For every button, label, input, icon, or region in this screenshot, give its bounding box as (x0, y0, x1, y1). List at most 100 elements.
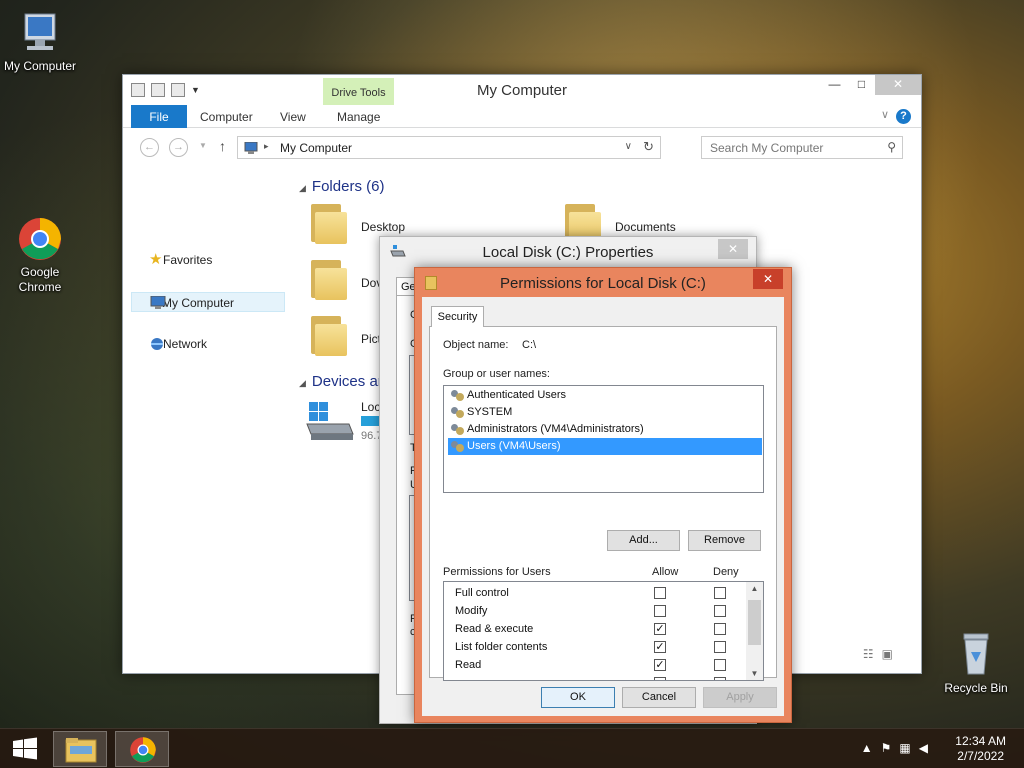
users-group-icon (451, 424, 464, 435)
refresh-icon[interactable]: ↻ (643, 139, 654, 155)
allow-checkbox-checked[interactable]: ✓ (654, 659, 666, 671)
sidebar-item-label: Favorites (163, 253, 213, 267)
tab-manage[interactable]: Manage (337, 105, 380, 128)
allow-checkbox[interactable] (654, 587, 666, 599)
volume-muted-icon[interactable]: ◀ (919, 741, 936, 755)
address-dropdown-icon[interactable]: ∨ (625, 141, 632, 152)
close-button[interactable]: ✕ (753, 269, 783, 289)
recent-locations-icon[interactable]: ▼ (199, 141, 207, 150)
scroll-up-icon[interactable]: ▲ (746, 584, 763, 593)
allow-checkbox[interactable] (654, 677, 666, 680)
user-list-item[interactable]: Administrators (VM4\Administrators) (448, 421, 762, 438)
desktop-icon-recycle-bin[interactable]: Recycle Bin (936, 630, 1016, 696)
allow-checkbox-checked[interactable]: ✓ (654, 641, 666, 653)
user-list[interactable]: Authenticated Users SYSTEM Administrator… (443, 385, 764, 493)
drive-name[interactable]: Loc (361, 400, 380, 414)
deny-checkbox[interactable] (714, 605, 726, 617)
user-list-item[interactable]: SYSTEM (448, 404, 762, 421)
ok-button[interactable]: OK (541, 687, 615, 708)
explorer-titlebar[interactable]: ▼ Drive Tools My Computer — □ ✕ (123, 75, 921, 105)
tab-security[interactable]: Security (431, 306, 484, 327)
file-explorer-icon (65, 738, 97, 763)
allow-checkbox-checked[interactable]: ✓ (654, 623, 666, 635)
sidebar-item-network[interactable]: Network (133, 334, 287, 354)
collapse-icon: ◢ (299, 183, 306, 193)
hard-drive-icon[interactable] (305, 398, 355, 442)
permission-row-partial (444, 674, 746, 680)
chrome-icon (130, 737, 156, 763)
user-list-item-selected[interactable]: Users (VM4\Users) (448, 438, 762, 455)
deny-checkbox[interactable] (714, 659, 726, 671)
network-status-icon[interactable]: ▦ (899, 741, 918, 755)
close-button[interactable]: ✕ (875, 75, 921, 95)
apply-button[interactable]: Apply (703, 687, 777, 708)
sidebar-item-favorites[interactable]: ★ Favorites (133, 250, 287, 270)
permission-list: Full control Modify Read & execute ✓ Lis… (443, 581, 764, 681)
dialog-body: Security Object name: C:\ Group or user … (422, 297, 784, 716)
sidebar-item-label: Network (163, 337, 208, 351)
search-input[interactable]: Search My Computer (710, 141, 823, 155)
tab-view[interactable]: View (280, 105, 306, 128)
permission-row: List folder contents ✓ (444, 638, 746, 656)
tab-file[interactable]: File (131, 105, 187, 128)
clock[interactable]: 12:34 AM 2/7/2022 (955, 734, 1006, 764)
deny-checkbox[interactable] (714, 587, 726, 599)
folder-icon[interactable] (309, 202, 347, 244)
address-text: My Computer (280, 141, 353, 155)
taskbar-chrome[interactable] (115, 731, 169, 767)
folder-name[interactable]: Desktop (361, 220, 405, 234)
tab-computer[interactable]: Computer (200, 105, 253, 128)
view-switcher[interactable]: ☷▣ (863, 647, 901, 661)
permission-row: Full control (444, 584, 746, 602)
forward-button[interactable]: → (169, 138, 188, 157)
minimize-button[interactable]: — (821, 75, 848, 95)
allow-checkbox[interactable] (654, 605, 666, 617)
search-icon[interactable]: ⚲ (887, 140, 896, 154)
deny-checkbox[interactable] (714, 641, 726, 653)
folder-icon[interactable] (309, 258, 347, 300)
permissions-for-label: Permissions for Users (443, 566, 551, 578)
help-icon[interactable]: ? (896, 109, 911, 124)
back-button[interactable]: ← (140, 138, 159, 157)
cancel-button[interactable]: Cancel (622, 687, 696, 708)
scroll-thumb[interactable] (748, 600, 761, 645)
desktop-icon-google-chrome[interactable]: Google Chrome (0, 216, 80, 295)
start-windows-icon[interactable] (10, 734, 40, 764)
dialog-title: Local Disk (C:) Properties (482, 244, 654, 261)
add-button[interactable]: Add... (607, 530, 680, 551)
folder-name[interactable]: Documents (615, 220, 676, 234)
deny-checkbox[interactable] (714, 623, 726, 635)
folder-icon[interactable] (309, 314, 347, 356)
computer-icon (24, 13, 56, 50)
desktop-icon-my-computer[interactable]: My Computer (0, 10, 80, 74)
folders-group-header[interactable]: ◢ Folders (6) (299, 178, 384, 195)
remove-button[interactable]: Remove (688, 530, 761, 551)
address-bar[interactable]: ▸ My Computer ∨ ↻ (237, 136, 661, 159)
navigation-bar: ← → ▼ ↑ ▸ My Computer ∨ ↻ Search My Comp… (123, 128, 921, 168)
users-group-icon (451, 441, 464, 452)
flag-icon[interactable]: ⚑ (881, 741, 900, 755)
up-button[interactable]: ↑ (219, 138, 226, 154)
taskbar-file-explorer[interactable] (53, 731, 107, 767)
maximize-button[interactable]: □ (848, 75, 875, 95)
close-button[interactable]: ✕ (718, 239, 748, 259)
show-hidden-icons-icon[interactable]: ▲ (861, 741, 881, 755)
sidebar-item-label: My Computer (162, 296, 235, 310)
scroll-down-icon[interactable]: ▼ (746, 669, 763, 678)
devices-group-header[interactable]: ◢ Devices ar (299, 373, 383, 390)
desktop-icon-label: My Computer (3, 59, 77, 73)
ribbon-expand-icon[interactable]: ∨ (881, 108, 889, 121)
sidebar-item-my-computer[interactable]: My Computer (131, 292, 285, 312)
desktop-icon-label: Google Chrome (18, 265, 62, 294)
network-icon (151, 338, 163, 350)
permission-scrollbar[interactable]: ▲ ▼ (746, 582, 763, 680)
taskbar: ▲⚑▦◀ 12:34 AM 2/7/2022 (0, 728, 1024, 768)
navigation-pane: ★ Favorites My Computer Network (123, 168, 293, 673)
folder-name[interactable]: Pict (361, 332, 381, 346)
search-box[interactable]: Search My Computer ⚲ (701, 136, 903, 159)
object-name-value: C:\ (522, 339, 537, 351)
system-tray: ▲⚑▦◀ (861, 741, 936, 755)
user-list-item[interactable]: Authenticated Users (448, 387, 762, 404)
deny-checkbox[interactable] (714, 677, 726, 680)
drive-usage-bar (361, 416, 381, 426)
